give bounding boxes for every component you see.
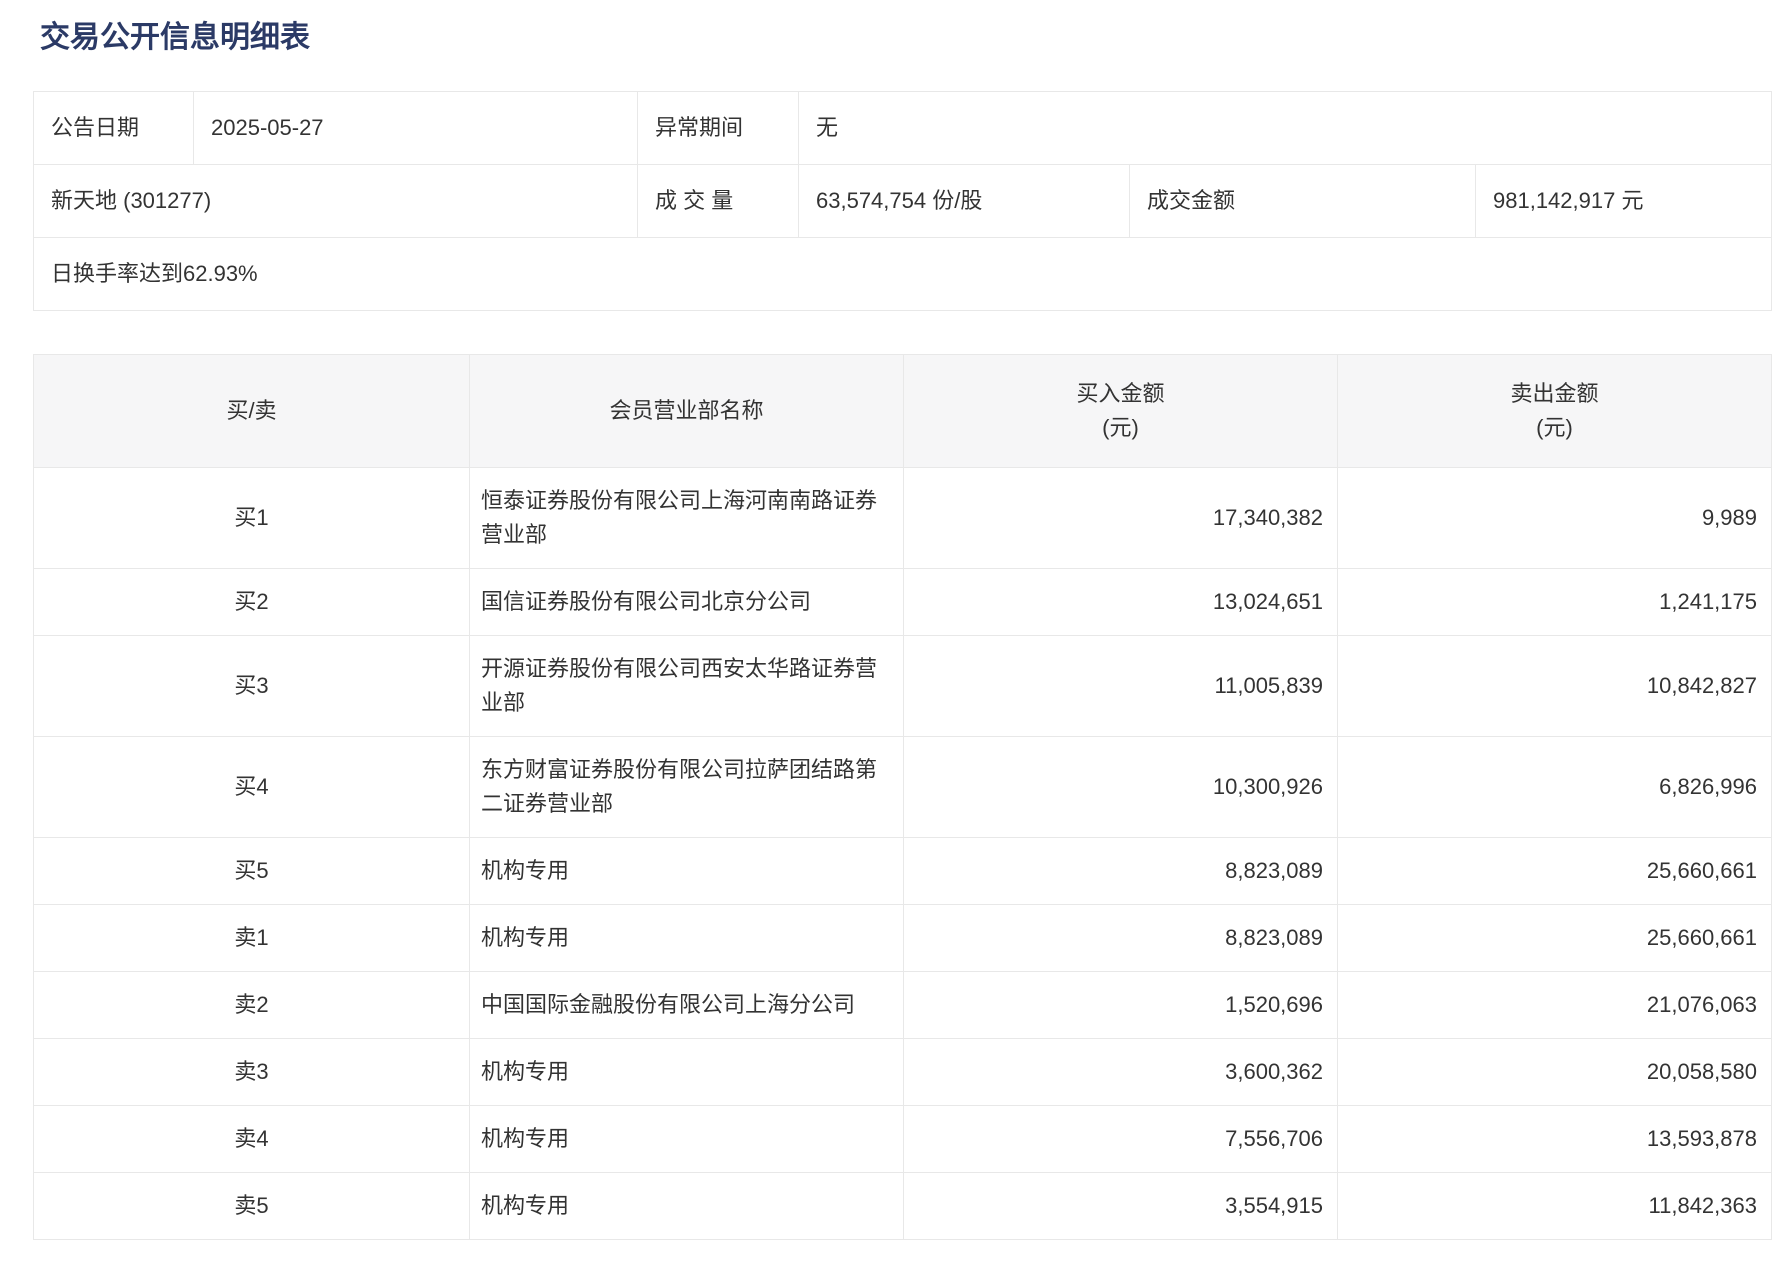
sell-amount-cell: 25,660,661 <box>1338 838 1772 905</box>
buy-amount-cell: 8,823,089 <box>904 905 1338 972</box>
sell-amount-cell: 9,989 <box>1338 468 1772 569</box>
col-header-sell-line1: 卖出金额 <box>1355 377 1754 411</box>
side-cell: 卖1 <box>34 905 470 972</box>
buy-amount-cell: 10,300,926 <box>904 737 1338 838</box>
side-cell: 卖2 <box>34 972 470 1039</box>
trade-detail-table: 买/卖 会员营业部名称 买入金额(元) 卖出金额(元) 买1 恒泰证券股份有限公… <box>33 354 1772 1240</box>
table-row: 卖5 机构专用 3,554,915 11,842,363 <box>34 1173 1772 1240</box>
buy-amount-cell: 8,823,089 <box>904 838 1338 905</box>
sell-amount-cell: 10,842,827 <box>1338 636 1772 737</box>
turnover-value: 981,142,917 元 <box>1476 165 1772 238</box>
side-cell: 卖3 <box>34 1039 470 1106</box>
branch-cell: 机构专用 <box>470 838 904 905</box>
turnover-rate-note: 日换手率达到62.93% <box>34 238 1772 311</box>
col-header-branch: 会员营业部名称 <box>470 355 904 468</box>
sell-amount-cell: 11,842,363 <box>1338 1173 1772 1240</box>
volume-label: 成 交 量 <box>638 165 799 238</box>
branch-cell: 机构专用 <box>470 1106 904 1173</box>
col-header-side: 买/卖 <box>34 355 470 468</box>
stock-name-cell: 新天地 (301277) <box>34 165 638 238</box>
page-title: 交易公开信息明细表 <box>40 18 1790 58</box>
table-row: 卖1 机构专用 8,823,089 25,660,661 <box>34 905 1772 972</box>
sell-amount-cell: 20,058,580 <box>1338 1039 1772 1106</box>
volume-value: 63,574,754 份/股 <box>799 165 1130 238</box>
sell-amount-cell: 25,660,661 <box>1338 905 1772 972</box>
branch-cell: 恒泰证券股份有限公司上海河南南路证券营业部 <box>470 468 904 569</box>
sell-amount-cell: 21,076,063 <box>1338 972 1772 1039</box>
table-row: 卖2 中国国际金融股份有限公司上海分公司 1,520,696 21,076,06… <box>34 972 1772 1039</box>
trade-summary-table: 公告日期 2025-05-27 异常期间 无 新天地 (301277) 成 交 … <box>33 91 1772 311</box>
sell-amount-cell: 13,593,878 <box>1338 1106 1772 1173</box>
col-header-buy: 买入金额(元) <box>904 355 1338 468</box>
sell-amount-cell: 1,241,175 <box>1338 569 1772 636</box>
announce-date-value: 2025-05-27 <box>194 92 638 165</box>
table-row: 卖4 机构专用 7,556,706 13,593,878 <box>34 1106 1772 1173</box>
side-cell: 买1 <box>34 468 470 569</box>
col-header-sell: 卖出金额(元) <box>1338 355 1772 468</box>
turnover-label: 成交金额 <box>1130 165 1476 238</box>
branch-cell: 中国国际金融股份有限公司上海分公司 <box>470 972 904 1039</box>
branch-cell: 机构专用 <box>470 1173 904 1240</box>
buy-amount-cell: 3,554,915 <box>904 1173 1338 1240</box>
detail-header-row: 买/卖 会员营业部名称 买入金额(元) 卖出金额(元) <box>34 355 1772 468</box>
branch-cell: 开源证券股份有限公司西安太华路证券营业部 <box>470 636 904 737</box>
buy-amount-cell: 1,520,696 <box>904 972 1338 1039</box>
col-header-sell-line2: (元) <box>1355 411 1754 445</box>
side-cell: 买5 <box>34 838 470 905</box>
buy-amount-cell: 7,556,706 <box>904 1106 1338 1173</box>
branch-cell: 机构专用 <box>470 1039 904 1106</box>
sell-amount-cell: 6,826,996 <box>1338 737 1772 838</box>
announce-date-label: 公告日期 <box>34 92 194 165</box>
side-cell: 买4 <box>34 737 470 838</box>
branch-cell: 国信证券股份有限公司北京分公司 <box>470 569 904 636</box>
abnormal-period-label: 异常期间 <box>638 92 799 165</box>
side-cell: 买2 <box>34 569 470 636</box>
table-row: 买2 国信证券股份有限公司北京分公司 13,024,651 1,241,175 <box>34 569 1772 636</box>
side-cell: 卖4 <box>34 1106 470 1173</box>
abnormal-period-value: 无 <box>799 92 1772 165</box>
branch-cell: 机构专用 <box>470 905 904 972</box>
table-row: 卖3 机构专用 3,600,362 20,058,580 <box>34 1039 1772 1106</box>
col-header-buy-line2: (元) <box>921 411 1320 445</box>
table-row: 买4 东方财富证券股份有限公司拉萨团结路第二证券营业部 10,300,926 6… <box>34 737 1772 838</box>
col-header-buy-line1: 买入金额 <box>921 377 1320 411</box>
summary-row-note: 日换手率达到62.93% <box>34 238 1772 311</box>
table-row: 买1 恒泰证券股份有限公司上海河南南路证券营业部 17,340,382 9,98… <box>34 468 1772 569</box>
buy-amount-cell: 17,340,382 <box>904 468 1338 569</box>
buy-amount-cell: 13,024,651 <box>904 569 1338 636</box>
side-cell: 卖5 <box>34 1173 470 1240</box>
buy-amount-cell: 11,005,839 <box>904 636 1338 737</box>
summary-row-stock: 新天地 (301277) 成 交 量 63,574,754 份/股 成交金额 9… <box>34 165 1772 238</box>
side-cell: 买3 <box>34 636 470 737</box>
table-row: 买3 开源证券股份有限公司西安太华路证券营业部 11,005,839 10,84… <box>34 636 1772 737</box>
summary-row-date: 公告日期 2025-05-27 异常期间 无 <box>34 92 1772 165</box>
branch-cell: 东方财富证券股份有限公司拉萨团结路第二证券营业部 <box>470 737 904 838</box>
buy-amount-cell: 3,600,362 <box>904 1039 1338 1106</box>
table-row: 买5 机构专用 8,823,089 25,660,661 <box>34 838 1772 905</box>
